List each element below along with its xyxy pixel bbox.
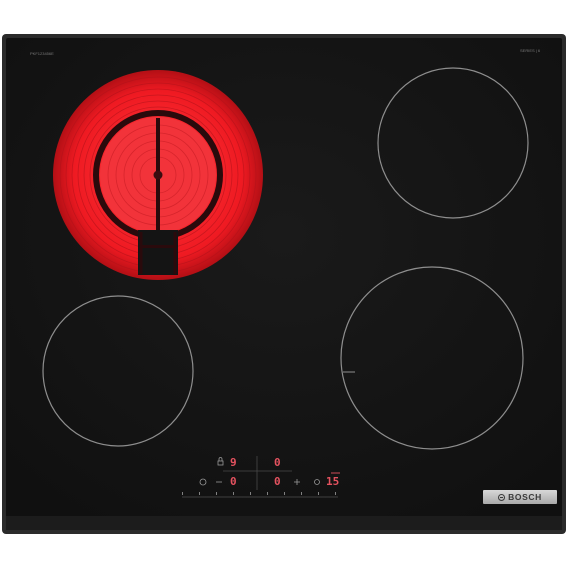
front-edge [6,516,562,530]
series-label: SERIES | 6 [520,48,541,53]
left-display-bottom: 0 [230,475,237,488]
right-display-top: 0 [274,456,281,469]
terminal-bridge [141,245,175,248]
cooktop [2,34,566,534]
brand-badge: BOSCH [483,490,557,504]
brand-name: BOSCH [508,492,542,502]
right-display-bottom: 0 [274,475,281,488]
terminal-gap [138,230,178,275]
left-display-top: 9 [230,456,237,469]
bosch-logo-icon [498,493,506,501]
heating-zone-active[interactable] [53,70,263,280]
model-code: PKF123456E [30,51,54,56]
center-hub [153,170,163,180]
timer-display: 15 [326,475,340,488]
